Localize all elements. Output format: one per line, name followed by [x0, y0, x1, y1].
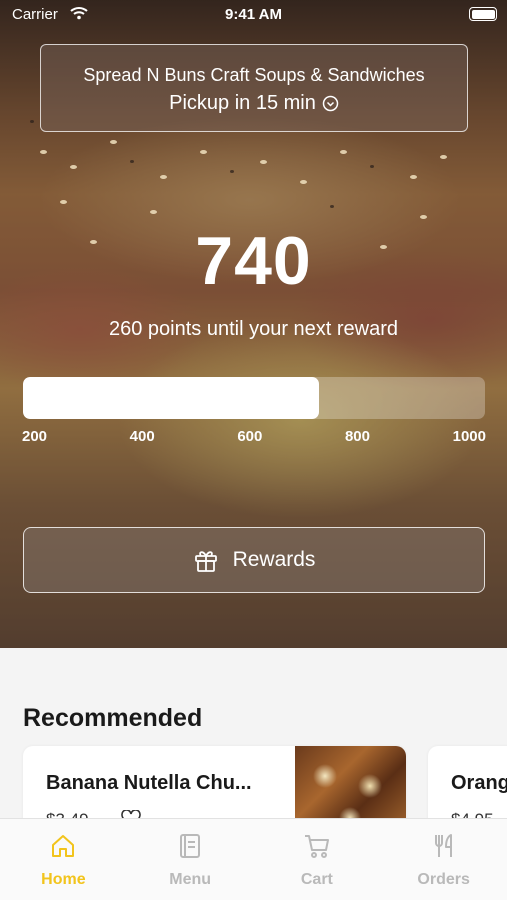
store-selector[interactable]: Spread N Buns Craft Soups & Sandwiches P… — [40, 44, 468, 132]
points-progress-bar — [23, 377, 485, 419]
tab-cart[interactable]: Cart — [254, 819, 381, 900]
status-bar: Carrier 9:41 AM — [0, 0, 507, 30]
tick-label: 400 — [129, 428, 155, 445]
cart-icon — [304, 835, 329, 858]
pickup-label: Pickup in 15 min — [169, 92, 316, 114]
tick-label: 600 — [237, 428, 263, 445]
points-balance: 740 — [195, 223, 312, 299]
tab-menu[interactable]: Menu — [127, 819, 254, 900]
chevron-down-circle-icon — [322, 95, 339, 112]
tick-label: 800 — [344, 428, 370, 445]
home-icon — [52, 835, 75, 857]
tab-home[interactable]: Home — [0, 819, 127, 900]
item-title: Banana Nutella Chu... — [46, 772, 252, 794]
tab-label: Home — [41, 871, 86, 888]
item-title: Orang — [451, 772, 507, 794]
pickup-time: Pickup in 15 min — [41, 92, 467, 115]
tab-label: Cart — [300, 871, 333, 888]
progress-ticks: 200 400 600 800 1000 — [22, 428, 486, 445]
tab-label: Orders — [417, 871, 470, 888]
store-name: Spread N Buns Craft Soups & Sandwiches — [83, 65, 425, 85]
battery-icon — [469, 7, 497, 21]
recommended-heading: Recommended — [23, 704, 203, 732]
points-progress-fill — [23, 377, 319, 419]
menu-book-icon — [180, 834, 201, 858]
tab-bar: Home Menu Cart Orders — [0, 818, 507, 900]
fork-knife-icon — [434, 834, 452, 857]
rewards-button[interactable]: Rewards — [23, 527, 485, 593]
gift-icon — [194, 551, 217, 572]
tick-label: 1000 — [452, 428, 486, 445]
rewards-label: Rewards — [232, 548, 316, 571]
tab-label: Menu — [169, 871, 212, 888]
points-until-reward: 260 points until your next reward — [108, 318, 399, 340]
tick-label: 200 — [22, 428, 48, 445]
clock: 9:41 AM — [225, 6, 282, 23]
tab-orders[interactable]: Orders — [380, 819, 507, 900]
